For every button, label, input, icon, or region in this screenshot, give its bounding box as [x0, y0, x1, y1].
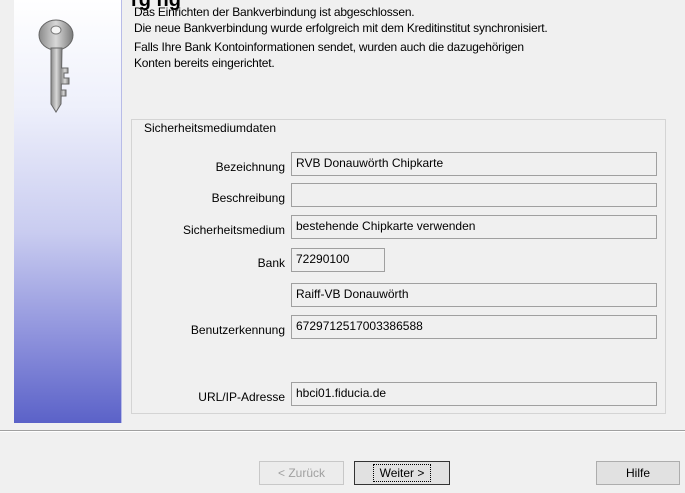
- url-field[interactable]: hbci01.fiducia.de: [291, 382, 657, 406]
- back-button[interactable]: < Zurück: [259, 461, 344, 485]
- intro-text: Das Einrichten der Bankverbindung ist ab…: [134, 4, 674, 71]
- intro-line-2: Die neue Bankverbindung wurde erfolgreic…: [134, 21, 548, 35]
- url-label: URL/IP-Adresse: [198, 390, 285, 404]
- bank-code-field[interactable]: 72290100: [291, 248, 385, 272]
- wizard-side-panel: [14, 0, 122, 423]
- benutzerkennung-field[interactable]: 6729712517003386588: [291, 315, 657, 339]
- intro-line-3: Falls Ihre Bank Kontoinformationen sende…: [134, 40, 524, 54]
- intro-line-4: Konten bereits eingerichtet.: [134, 56, 275, 70]
- beschreibung-label: Beschreibung: [211, 191, 285, 205]
- key-icon: [38, 19, 74, 113]
- sicherheitsmedium-field[interactable]: bestehende Chipkarte verwenden: [291, 215, 657, 239]
- footer-separator-highlight: [0, 431, 685, 432]
- benutzerkennung-label: Benutzerkennung: [190, 323, 285, 337]
- next-button-label: Weiter >: [372, 464, 432, 482]
- help-button[interactable]: Hilfe: [596, 461, 680, 485]
- security-medium-group-title: Sicherheitsmediumdaten: [141, 121, 280, 135]
- bezeichnung-label: Bezeichnung: [215, 160, 285, 174]
- bank-label: Bank: [257, 256, 285, 270]
- sicherheitsmedium-label: Sicherheitsmedium: [182, 223, 285, 237]
- beschreibung-field[interactable]: [291, 183, 657, 207]
- bank-name-field[interactable]: Raiff-VB Donauwörth: [291, 283, 657, 307]
- bezeichnung-field[interactable]: RVB Donauwörth Chipkarte: [291, 152, 657, 176]
- next-button[interactable]: Weiter >: [354, 461, 450, 485]
- intro-line-1: Das Einrichten der Bankverbindung ist ab…: [134, 5, 415, 19]
